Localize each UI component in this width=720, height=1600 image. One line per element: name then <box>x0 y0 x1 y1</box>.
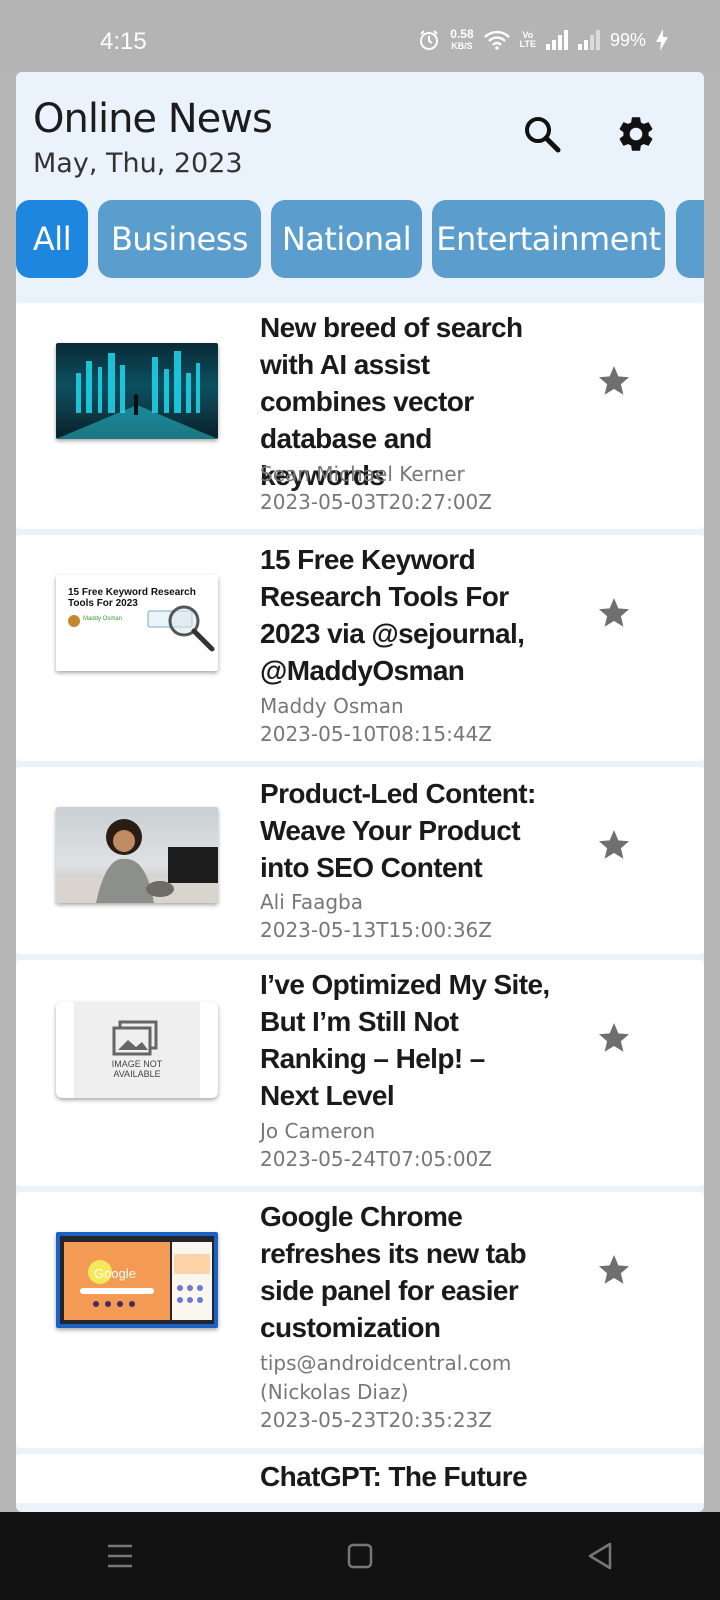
article-thumbnail: Google <box>56 1232 218 1328</box>
article-thumbnail <box>56 343 218 439</box>
article-author: tips@androidcentral.com (Nickolas Diaz) <box>260 1351 512 1404</box>
tab-entertainment[interactable]: Entertainment <box>432 200 665 278</box>
favorite-star-button[interactable] <box>596 1252 632 1288</box>
net-speed-value: 0.58 <box>450 27 474 41</box>
net-speed-unit: KB/S <box>451 41 473 51</box>
app-header: Online News May, Thu, 2023 <box>16 72 704 192</box>
alarm-icon <box>420 30 439 50</box>
article-date: 2023-05-13T15:00:36Z <box>260 918 492 942</box>
search-icon <box>525 117 561 153</box>
article-card[interactable]: IMAGE NOT AVAILABLE I’ve Optimized My Si… <box>16 960 704 1186</box>
article-card[interactable]: Product-Led Content: Weave Your Product … <box>16 767 704 954</box>
volte-label-2: LTE <box>519 39 536 49</box>
article-author: Jo Cameron <box>260 1119 376 1143</box>
star-icon <box>599 1023 629 1052</box>
tab-more[interactable] <box>676 200 704 278</box>
system-nav-bar <box>0 1512 720 1600</box>
article-date: 2023-05-03T20:27:00Z <box>260 490 492 514</box>
wifi-icon <box>483 30 510 50</box>
article-card[interactable]: New breed of search with AI assist combi… <box>16 303 704 529</box>
article-title: Google Chrome refreshes its new tab side… <box>260 1201 527 1343</box>
article-title: ChatGPT: The Future of <box>260 1461 528 1503</box>
star-icon <box>599 1255 629 1284</box>
article-author: Ali Faagba <box>260 890 363 914</box>
favorite-star-button[interactable] <box>596 595 632 631</box>
article-date: 2023-05-24T07:05:00Z <box>260 1147 492 1171</box>
volte-icon: Vo LTE <box>520 31 536 49</box>
article-date: 2023-05-23T20:35:23Z <box>260 1408 492 1432</box>
signal-icon <box>545 30 568 50</box>
star-icon <box>599 598 629 627</box>
article-thumbnail: 15 Free Keyword Research Tools For 2023 … <box>56 575 218 671</box>
article-card[interactable]: 15 Free Keyword Research Tools For 2023 … <box>16 535 704 761</box>
status-bar: 4:15 0.58 KB/S Vo LTE 99% <box>0 0 720 70</box>
home-icon <box>347 1543 373 1569</box>
app-container: Online News May, Thu, 2023 All Business … <box>16 72 704 1512</box>
back-button[interactable] <box>570 1526 630 1586</box>
app-date: May, Thu, 2023 <box>33 148 243 179</box>
net-speed: 0.58 KB/S <box>450 28 473 52</box>
article-card[interactable]: ChatGPT: The Future of <box>16 1454 704 1503</box>
settings-button[interactable] <box>610 108 662 160</box>
home-button[interactable] <box>330 1526 390 1586</box>
favorite-star-button[interactable] <box>596 827 632 863</box>
article-title: Product-Led Content: Weave Your Product … <box>260 778 536 883</box>
tab-national[interactable]: National <box>271 200 422 278</box>
article-author: Maddy Osman <box>260 694 404 718</box>
article-thumbnail: IMAGE NOT AVAILABLE <box>56 1002 218 1098</box>
back-icon <box>588 1542 612 1570</box>
magnifier-illustration <box>147 605 215 652</box>
app-title: Online News <box>33 96 273 142</box>
menu-icon <box>108 1544 132 1568</box>
article-list: New breed of search with AI assist combi… <box>16 303 704 1503</box>
search-button[interactable] <box>516 108 568 160</box>
star-icon <box>599 366 629 395</box>
status-icons: 0.58 KB/S Vo LTE 99% <box>418 28 668 52</box>
battery-level: 99% <box>609 29 646 50</box>
favorite-star-button[interactable] <box>596 1020 632 1056</box>
signal-icon <box>577 30 600 50</box>
category-tabs: All Business National Entertainment <box>16 200 704 280</box>
tab-business[interactable]: Business <box>98 200 261 278</box>
favorite-star-button[interactable] <box>596 363 632 399</box>
article-title: I’ve Optimized My Site, But I’m Still No… <box>260 969 550 1111</box>
status-time: 4:15 <box>100 28 147 55</box>
article-card[interactable]: Google Google Chrome refreshes its new t… <box>16 1192 704 1448</box>
image-placeholder-text: IMAGE NOT AVAILABLE <box>111 1059 163 1079</box>
tab-all[interactable]: All <box>16 200 88 278</box>
menu-button[interactable] <box>90 1526 150 1586</box>
star-icon <box>599 830 629 859</box>
article-thumbnail <box>56 807 218 903</box>
article-author: Sean Michael Kerner <box>260 462 465 486</box>
charging-icon <box>656 29 668 51</box>
article-date: 2023-05-10T08:15:44Z <box>260 722 492 746</box>
thumbnail-text: Google <box>94 1266 136 1281</box>
image-placeholder-icon <box>112 1020 158 1056</box>
gear-icon <box>619 117 653 151</box>
article-title: 15 Free Keyword Research Tools For 2023 … <box>260 544 525 686</box>
